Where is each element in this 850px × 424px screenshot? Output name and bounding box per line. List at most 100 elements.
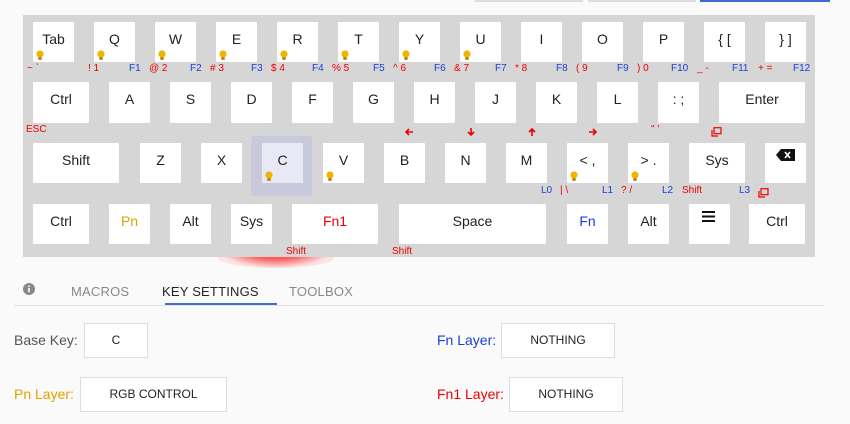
key-i[interactable]: I: [521, 22, 562, 62]
backlight-bulb-icon: [280, 48, 288, 60]
key-l[interactable]: L: [597, 82, 638, 123]
sublabel-row1: ! 1: [88, 63, 100, 74]
key-w[interactable]: W: [155, 22, 196, 62]
backlight-bulb-icon: [158, 48, 166, 60]
sublabel-row1: * 8: [515, 63, 528, 74]
sublabel-row1: F10: [671, 63, 689, 74]
key-label: B: [399, 152, 410, 168]
key-fn1[interactable]: Fn1: [292, 204, 378, 244]
tab-key-settings[interactable]: KEY SETTINGS: [162, 284, 259, 299]
sublabel-row1: F1: [129, 63, 141, 74]
key-k[interactable]: K: [536, 82, 577, 123]
key-c[interactable]: C: [262, 143, 303, 183]
sublabel-row1: F8: [556, 63, 568, 74]
base-key-field[interactable]: C: [84, 323, 148, 358]
sublabel-row1: F6: [434, 63, 446, 74]
fn-layer-field[interactable]: NOTHING: [501, 323, 615, 358]
key-label: C: [277, 152, 288, 168]
key-q[interactable]: Q: [94, 22, 135, 62]
key-label: Fn1: [322, 213, 348, 229]
key-alt[interactable]: Alt: [170, 204, 211, 244]
key-label: L: [613, 91, 622, 107]
key-d[interactable]: D: [231, 82, 272, 123]
sublabel-row1: ) 0: [637, 63, 649, 74]
key-g[interactable]: G: [353, 82, 394, 123]
key-t[interactable]: T: [338, 22, 379, 62]
key-label: D: [246, 91, 257, 107]
fn1-layer-label: Fn1 Layer:: [437, 386, 504, 402]
pn-layer-label: Pn Layer:: [14, 386, 74, 402]
key-label: V: [338, 152, 349, 168]
key-label: X: [216, 152, 227, 168]
key-x[interactable]: X: [201, 143, 242, 183]
key-fn[interactable]: Fn: [567, 204, 608, 244]
key-label: I: [539, 31, 544, 47]
key-label: } ]: [779, 31, 792, 47]
key-label: K: [551, 91, 562, 107]
key-p[interactable]: P: [643, 22, 684, 62]
sublabel-row1: ^ 6: [393, 63, 407, 74]
key-n[interactable]: N: [445, 143, 486, 183]
fn1-layer-field[interactable]: NOTHING: [509, 377, 623, 412]
sublabel-row1: F9: [617, 63, 629, 74]
info-icon[interactable]: [23, 283, 35, 298]
key-e[interactable]: E: [216, 22, 257, 62]
key-z[interactable]: Z: [140, 143, 181, 183]
backlight-bulb-icon: [219, 48, 227, 60]
sublabel-row1: & 7: [454, 63, 470, 74]
key-shift[interactable]: Shift: [33, 143, 119, 183]
backlight-bulb-icon: [97, 48, 105, 60]
key-comma[interactable]: < ,: [567, 143, 608, 183]
key-label: Ctrl: [50, 91, 72, 107]
key-label: Shift: [61, 152, 90, 168]
key-b[interactable]: B: [384, 143, 425, 183]
key-ctrl-bottom-right[interactable]: Ctrl: [749, 204, 805, 244]
key-alt-right[interactable]: Alt: [628, 204, 669, 244]
key-label: E: [231, 31, 242, 47]
key-label: Z: [156, 152, 165, 168]
key-s[interactable]: S: [170, 82, 211, 123]
key-period[interactable]: > .: [628, 143, 669, 183]
pn-layer-field[interactable]: RGB CONTROL: [80, 377, 227, 412]
key-label: Alt: [182, 213, 199, 229]
key-j[interactable]: J: [475, 82, 516, 123]
key-space[interactable]: Space: [399, 204, 546, 244]
key-r[interactable]: R: [277, 22, 318, 62]
sublabel-row1: F7: [495, 63, 507, 74]
key-h[interactable]: H: [414, 82, 455, 123]
key-label: : ;: [672, 91, 685, 107]
key-sys-bottom[interactable]: Sys: [231, 204, 272, 244]
sublabel-row3: L3: [739, 185, 751, 196]
key-u[interactable]: U: [460, 22, 501, 62]
top-bar-segment: [588, 0, 696, 2]
key-menu[interactable]: [689, 204, 730, 244]
key-ctrl[interactable]: Ctrl: [33, 82, 89, 123]
key-y[interactable]: Y: [399, 22, 440, 62]
key-label: A: [124, 91, 135, 107]
key-backspace[interactable]: [765, 143, 806, 183]
key-label: R: [292, 31, 303, 47]
sublabel-row1: + =: [758, 63, 773, 74]
key-v[interactable]: V: [323, 143, 364, 183]
key-sys[interactable]: Sys: [689, 143, 745, 183]
sublabel-row1: % 5: [332, 63, 350, 74]
arrow-down-icon: [467, 124, 476, 142]
key-f[interactable]: F: [292, 82, 333, 123]
key-label: S: [185, 91, 196, 107]
key-rbracket[interactable]: } ]: [765, 22, 806, 62]
sublabel-shift: Shift: [286, 246, 307, 257]
key-lbracket[interactable]: { [: [704, 22, 745, 62]
active-tab-indicator: [165, 303, 277, 305]
key-tab[interactable]: Tab: [33, 22, 74, 62]
key-semicolon[interactable]: : ;: [658, 82, 699, 123]
key-pn[interactable]: Pn: [109, 204, 150, 244]
key-a[interactable]: A: [109, 82, 150, 123]
key-o[interactable]: O: [582, 22, 623, 62]
key-enter[interactable]: Enter: [719, 82, 805, 123]
key-m[interactable]: M: [506, 143, 547, 183]
tab-toolbox[interactable]: TOOLBOX: [289, 284, 353, 299]
sublabel-row1: F3: [251, 63, 263, 74]
key-ctrl-bottom-left[interactable]: Ctrl: [33, 204, 89, 244]
key-label: P: [658, 31, 669, 47]
tab-macros[interactable]: MACROS: [71, 284, 129, 299]
